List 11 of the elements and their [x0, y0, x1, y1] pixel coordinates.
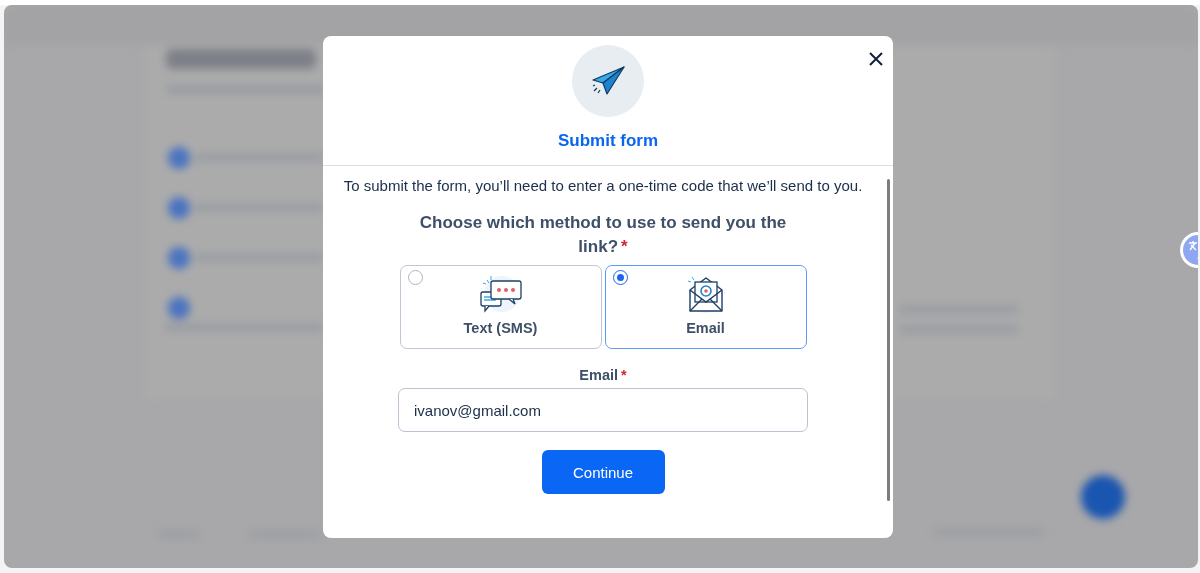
email-field[interactable]: ivanov@gmail.com: [398, 388, 808, 432]
email-label: Email *: [579, 367, 627, 383]
continue-button[interactable]: Continue: [541, 450, 665, 494]
method-option[interactable]: Email: [604, 265, 807, 349]
paper-plane-icon: [591, 66, 625, 96]
scrollbar[interactable]: [887, 179, 890, 501]
dialog-description: To submit the form, you’ll need to enter a one-time code that we’ll send to you.: [342, 176, 864, 196]
dialog-title: Submit form: [557, 131, 659, 151]
question-label: Choose which method to use to send you the link? *: [418, 212, 788, 258]
chat-bubbles-icon: [477, 274, 524, 314]
method-option[interactable]: Text (SMS): [399, 265, 602, 349]
